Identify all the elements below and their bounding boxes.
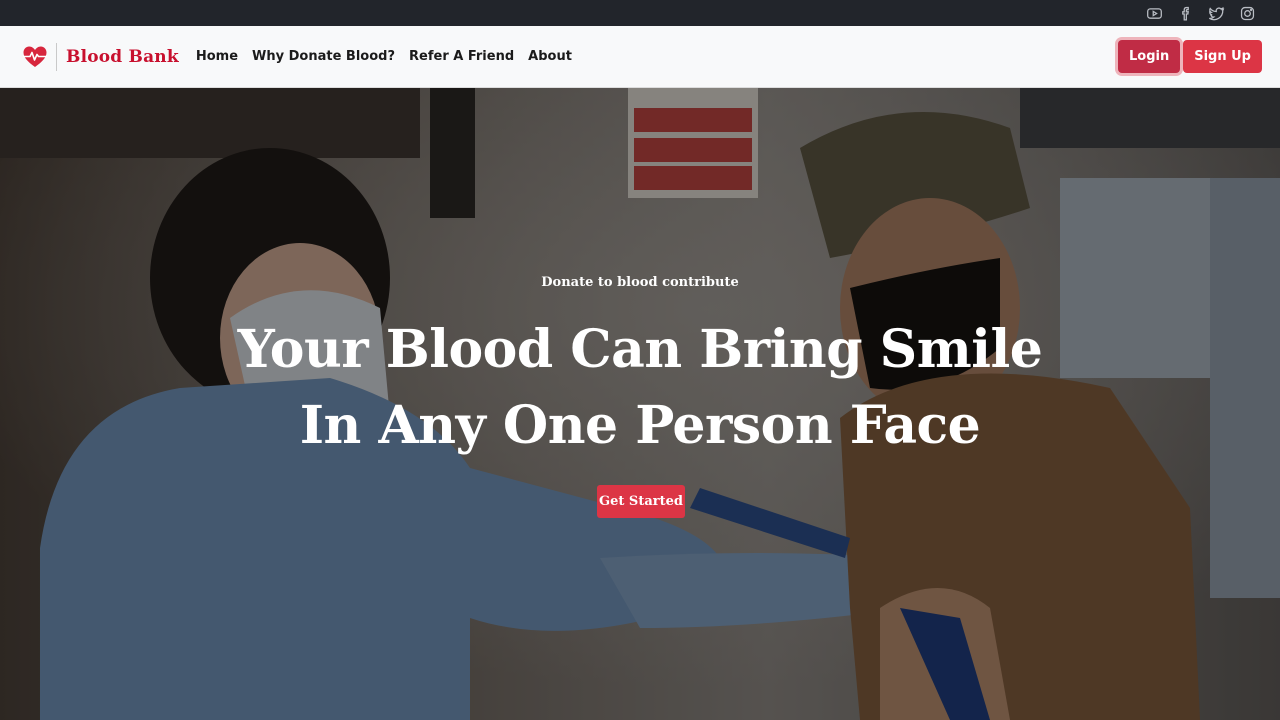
login-button[interactable]: Login — [1117, 40, 1181, 73]
instagram-icon[interactable] — [1239, 5, 1256, 22]
nav-links: Home Why Donate Blood? Refer A Friend Ab… — [196, 49, 572, 64]
signup-button[interactable]: Sign Up — [1183, 40, 1262, 73]
nav-actions: Login Sign Up — [1117, 40, 1262, 73]
hero-title: Your Blood Can Bring Smile In Any One Pe… — [0, 312, 1280, 464]
social-bar — [0, 0, 1280, 26]
heart-pulse-icon — [22, 44, 48, 70]
navbar: Blood Bank Home Why Donate Blood? Refer … — [0, 26, 1280, 88]
get-started-button[interactable]: Get Started — [597, 485, 685, 518]
nav-link-home[interactable]: Home — [196, 49, 238, 64]
youtube-icon[interactable] — [1146, 5, 1163, 22]
hero-title-line-2: In Any One Person Face — [299, 395, 981, 456]
nav-link-refer-friend[interactable]: Refer A Friend — [409, 49, 514, 64]
twitter-icon[interactable] — [1208, 5, 1225, 22]
hero-kicker: Donate to blood contribute — [541, 275, 739, 290]
brand-name: Blood Bank — [66, 46, 179, 67]
hero-title-line-1: Your Blood Can Bring Smile — [237, 319, 1043, 380]
hero-content: Donate to blood contribute Your Blood Ca… — [0, 88, 1280, 720]
hero-section: Donate to blood contribute Your Blood Ca… — [0, 88, 1280, 720]
brand[interactable]: Blood Bank — [22, 26, 179, 87]
nav-link-why-donate[interactable]: Why Donate Blood? — [252, 49, 395, 64]
brand-divider — [56, 42, 57, 71]
facebook-icon[interactable] — [1177, 5, 1194, 22]
nav-link-about[interactable]: About — [528, 49, 572, 64]
